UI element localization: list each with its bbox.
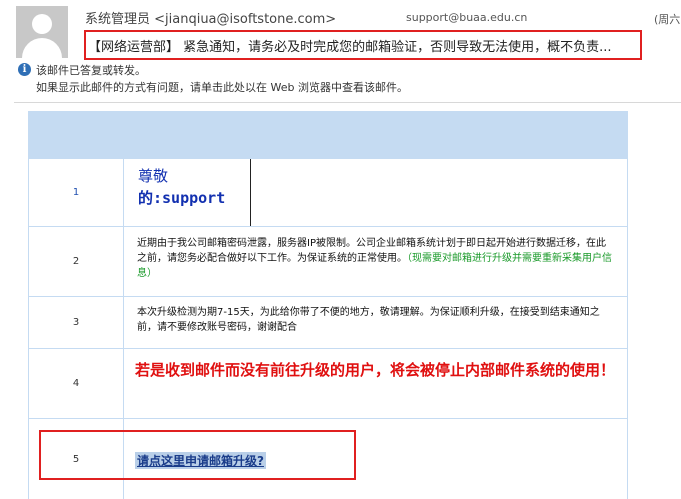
- table-row-3: 3 本次升级检测为期7-15天，为此给你带了不便的地方，敬请理解。为保证顺利升级…: [28, 296, 628, 348]
- upgrade-period-text: 本次升级检测为期7-15天，为此给你带了不便的地方，敬请理解。为保证顺利升级，在…: [137, 307, 600, 333]
- table-row-4: 4 若是收到邮件而没有前往升级的用户，将会被停止内部邮件系统的使用！: [28, 348, 628, 418]
- row-content: 尊敬 的:support: [125, 159, 627, 226]
- info-icon: i: [18, 63, 31, 76]
- avatar-head-shape: [32, 14, 52, 34]
- row-content: 本次升级检测为期7-15天，为此给你带了不便的地方，敬请理解。为保证顺利升级，在…: [125, 297, 627, 348]
- sender-name[interactable]: 系统管理员 <jianqiua@isoftstone.com>: [85, 8, 336, 27]
- table-header-band: [28, 111, 628, 158]
- greeting-line-1: 尊敬: [138, 167, 169, 185]
- table-row-1: 1 尊敬 的:support: [28, 158, 628, 226]
- table-row-2: 2 近期由于我公司邮箱密码泄露，服务器IP被限制。公司企业邮箱系统计划于即日起开…: [28, 226, 628, 296]
- row-number: 2: [29, 227, 124, 296]
- suspension-warning: 若是收到邮件而没有前往升级的用户，将会被停止内部邮件系统的使用！: [135, 361, 616, 379]
- row-number: 4: [29, 349, 124, 418]
- row-content: 若是收到邮件而没有前往升级的用户，将会被停止内部邮件系统的使用！: [125, 349, 627, 418]
- replied-notice: 该邮件已答复或转发。: [36, 64, 146, 77]
- row-content: 近期由于我公司邮箱密码泄露，服务器IP被限制。公司企业邮箱系统计划于即日起开始进…: [125, 227, 627, 296]
- greeting-line-2: 的:support: [138, 189, 226, 207]
- sender-avatar: [16, 6, 68, 58]
- avatar-body-shape: [22, 38, 62, 58]
- greeting-border: [250, 159, 251, 226]
- row-number: 1: [29, 159, 124, 226]
- link-highlight-box: [39, 430, 356, 480]
- browser-view-notice[interactable]: 如果显示此邮件的方式有问题，请单击此处以在 Web 浏览器中查看该邮件。: [36, 79, 408, 95]
- subject-highlight-box: [84, 30, 642, 60]
- sent-date: (周六: [654, 13, 681, 26]
- greeting: 尊敬 的:support: [138, 165, 225, 209]
- header-divider: [14, 102, 681, 103]
- recipient-address[interactable]: support@buaa.edu.cn: [406, 11, 527, 24]
- migration-notice: 近期由于我公司邮箱密码泄露，服务器IP被限制。公司企业邮箱系统计划于即日起开始进…: [137, 236, 615, 281]
- row-number: 3: [29, 297, 124, 348]
